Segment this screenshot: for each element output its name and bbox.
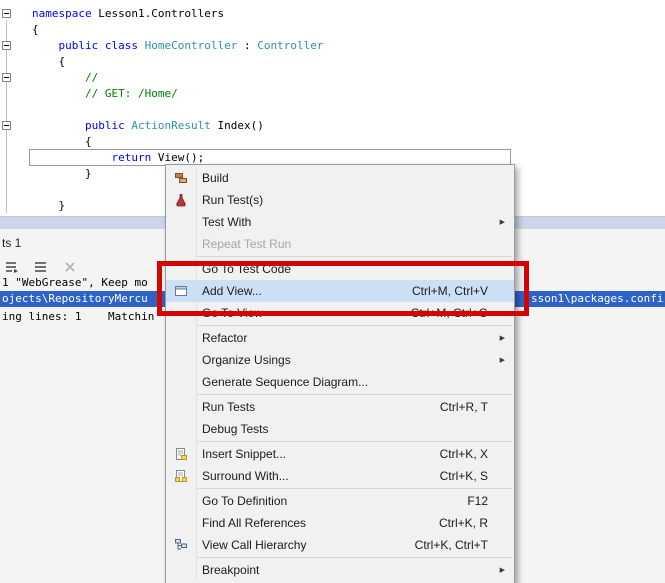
menu-item-label: Organize Usings	[202, 353, 291, 367]
submenu-arrow-icon: ▶	[499, 335, 505, 342]
menu-item-label: Find All References	[202, 516, 307, 530]
submenu-arrow-icon: ▶	[499, 357, 505, 364]
menu-item-generate-sequence-diagram[interactable]: Generate Sequence Diagram...	[166, 371, 514, 393]
menu-item-label: Debug Tests	[202, 422, 269, 436]
list-results-icon[interactable]	[31, 258, 51, 276]
menu-item-label: View Call Hierarchy	[202, 538, 307, 552]
menu-separator	[197, 256, 512, 257]
code-line: {	[32, 23, 39, 36]
annotation-box	[157, 261, 529, 316]
menu-item-shortcut: Ctrl+K, S	[439, 469, 488, 483]
menu-item-organize-usings[interactable]: Organize Usings ▶	[166, 349, 514, 371]
go-to-location-icon[interactable]	[2, 258, 22, 276]
menu-separator	[197, 394, 512, 395]
menu-item-breakpoint[interactable]: Breakpoint ▶	[166, 559, 514, 581]
code-line: //	[32, 71, 99, 84]
menu-item-label: Run Tests	[202, 400, 256, 414]
collapse-region-icon[interactable]	[2, 9, 11, 18]
insert-snippet-icon	[166, 447, 196, 461]
context-menu: Build Run Test(s) Test With ▶ Repeat Test Ru…	[165, 164, 515, 583]
menu-separator	[197, 441, 512, 442]
collapse-region-icon[interactable]	[2, 41, 11, 50]
menu-item-shortcut: Ctrl+K, X	[439, 447, 488, 461]
menu-item-go-to-definition[interactable]: Go To Definition F12	[166, 490, 514, 512]
build-icon	[166, 171, 196, 185]
code-line: namespace Lesson1.Controllers	[32, 7, 225, 20]
submenu-arrow-icon: ▶	[499, 567, 505, 574]
menu-item-run-test-s[interactable]: Run Test(s)	[166, 189, 514, 211]
menu-item-label: Insert Snippet...	[202, 447, 287, 461]
menu-item-build[interactable]: Build	[166, 167, 514, 189]
menu-item-surround-with[interactable]: Surround With... Ctrl+K, S	[166, 465, 514, 487]
menu-item-label: Breakpoint	[202, 563, 260, 577]
code-line: public ActionResult Index()	[84, 119, 264, 132]
menu-item-repeat-test-run: Repeat Test Run	[166, 233, 514, 255]
run-test-icon	[166, 193, 196, 207]
menu-item-shortcut: Ctrl+K, Ctrl+T	[414, 538, 488, 552]
menu-item-view-call-hierarchy[interactable]: View Call Hierarchy Ctrl+K, Ctrl+T	[166, 534, 514, 556]
results-toolbar	[2, 257, 80, 277]
menu-item-refactor[interactable]: Refactor ▶	[166, 327, 514, 349]
menu-item-run-tests[interactable]: Run Tests Ctrl+R, T	[166, 396, 514, 418]
submenu-arrow-icon: ▶	[499, 219, 505, 226]
menu-item-debug-tests[interactable]: Debug Tests	[166, 418, 514, 440]
menu-item-label: Refactor	[202, 331, 248, 345]
menu-item-label: Test With	[202, 215, 252, 229]
code-line: // GET: /Home/	[32, 87, 178, 100]
menu-item-insert-snippet[interactable]: Insert Snippet... Ctrl+K, X	[166, 443, 514, 465]
selected-result-text-right: sson1\packages.confi	[531, 292, 664, 305]
code-line: public class HomeController : Controller	[58, 39, 324, 52]
menu-item-label: Go To Definition	[202, 494, 288, 508]
menu-item-label: Generate Sequence Diagram...	[202, 375, 369, 389]
menu-separator	[197, 557, 512, 558]
menu-item-label: Build	[202, 171, 229, 185]
code-line: {	[32, 55, 66, 68]
vs-editor-screen: namespace Lesson1.Controllers { public cl…	[0, 0, 665, 583]
results-summary-line: ing lines: 1 Matchin	[2, 310, 155, 323]
menu-item-label: Run Test(s)	[202, 193, 264, 207]
menu-item-find-all-references[interactable]: Find All References Ctrl+K, R	[166, 512, 514, 534]
menu-separator	[197, 488, 512, 489]
menu-item-shortcut: Ctrl+R, T	[439, 400, 488, 414]
collapse-region-icon[interactable]	[2, 73, 11, 82]
collapse-region-icon[interactable]	[2, 121, 11, 130]
clear-results-icon[interactable]	[60, 258, 80, 276]
surround-with-icon	[166, 469, 196, 483]
menu-item-test-with[interactable]: Test With ▶	[166, 211, 514, 233]
menu-item-label: Surround With...	[202, 469, 289, 483]
code-line: {	[32, 135, 92, 148]
result-line[interactable]: 1 "WebGrease", Keep mo	[2, 276, 148, 289]
menu-item-label: Repeat Test Run	[202, 237, 292, 251]
menu-item-shortcut: F12	[467, 494, 488, 508]
menu-separator	[197, 325, 512, 326]
menu-item-shortcut: Ctrl+K, R	[438, 516, 488, 530]
view-call-hierarchy-icon	[166, 538, 196, 552]
selected-result-text-left: ojects\RepositoryMercu	[2, 292, 148, 305]
results-panel-title: ts 1	[2, 236, 22, 250]
